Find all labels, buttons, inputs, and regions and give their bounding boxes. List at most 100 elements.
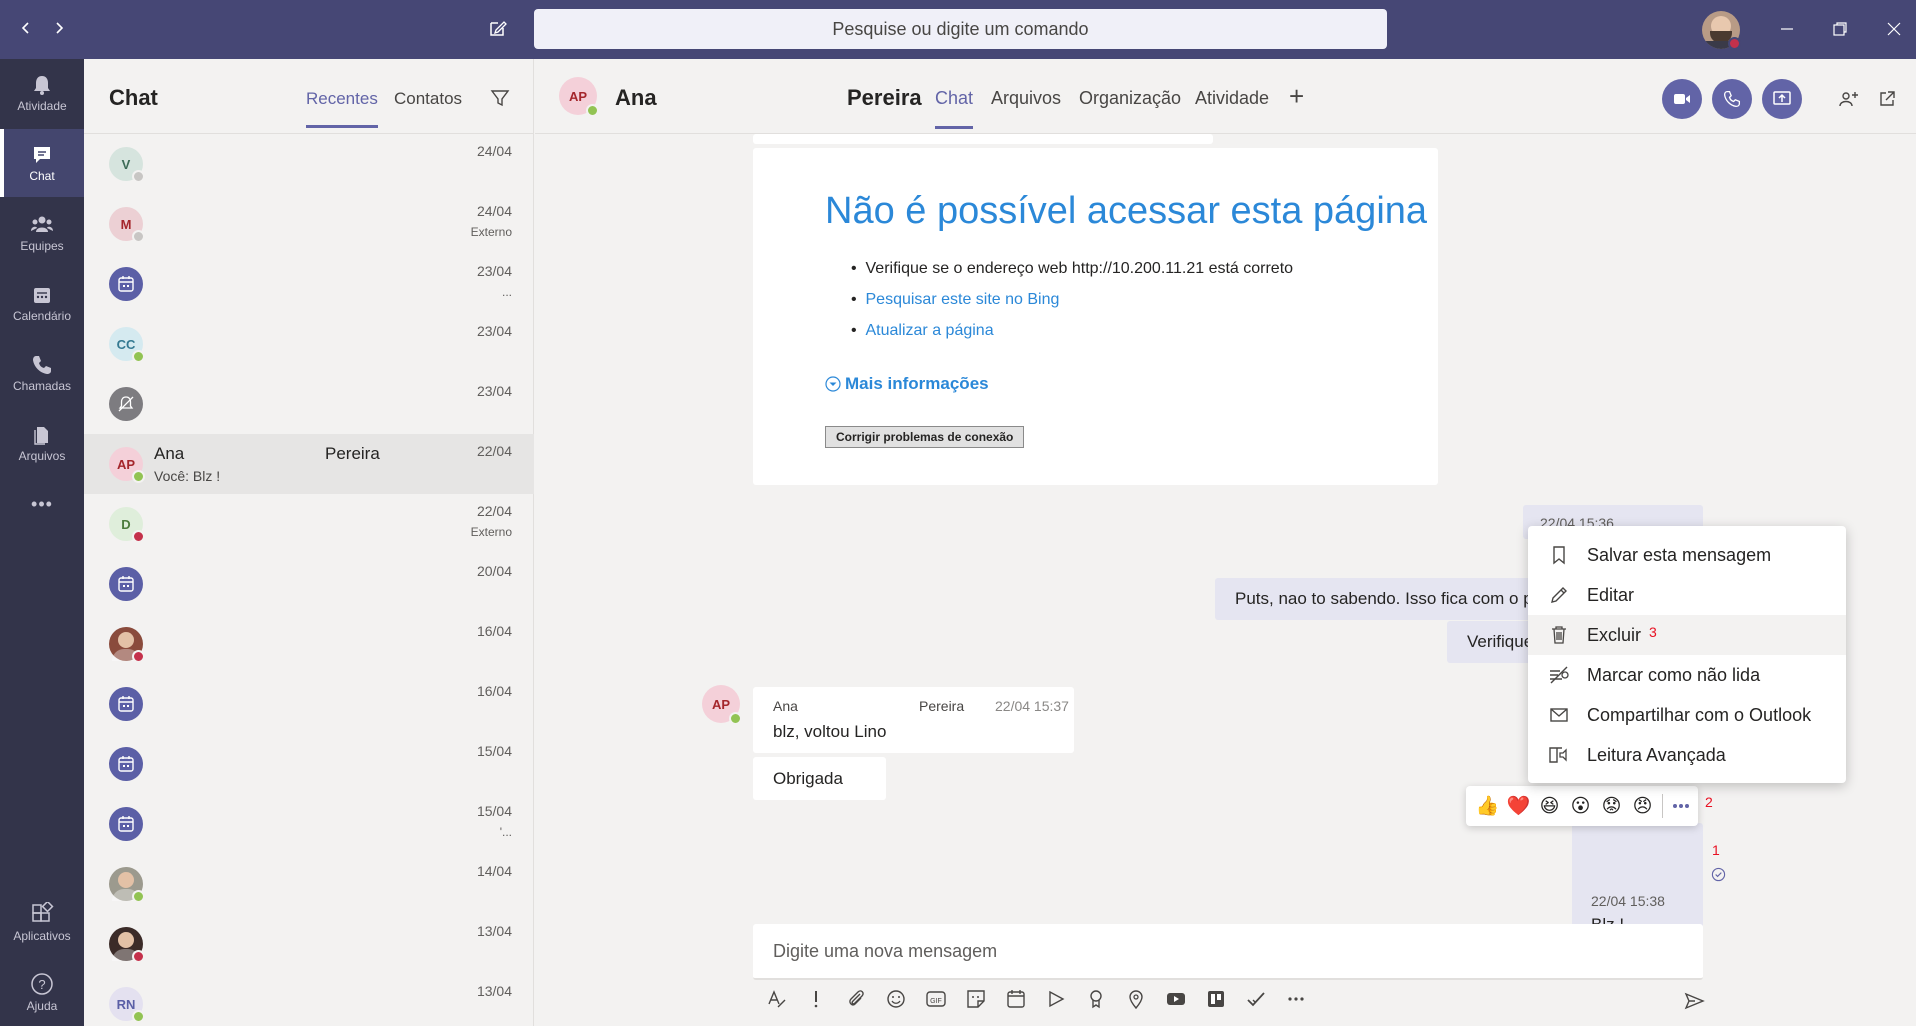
compose-input[interactable]: Digite uma nova mensagem [753,924,1703,980]
chat-list-item[interactable]: 23/04... [84,254,534,314]
add-tab-button[interactable]: + [1289,81,1304,112]
new-chat-icon[interactable] [484,14,512,42]
tab-recent[interactable]: Recentes [306,89,378,128]
restore-icon[interactable] [1828,17,1852,41]
pop-out-icon[interactable] [1875,87,1899,111]
avatar [109,747,143,781]
avatar: CC [109,327,145,363]
rail-item-teams[interactable]: Equipes [0,199,84,267]
rail-item-files[interactable]: Arquivos [0,409,84,477]
chat-list-item[interactable]: 23/04 [84,374,534,434]
reaction-sad[interactable]: 😟 [1596,795,1627,818]
menu-item-save[interactable]: Salvar esta mensagem [1528,535,1846,575]
youtube-icon[interactable] [1163,986,1189,1012]
reaction-heart[interactable]: ❤️ [1503,794,1534,818]
schedule-meeting-icon[interactable] [1003,986,1029,1012]
chat-list-item[interactable]: M 24/04 Externo [84,194,534,254]
add-people-icon[interactable] [1837,87,1861,111]
chat-date: 13/04 [476,923,512,939]
close-icon[interactable] [1882,17,1906,41]
chat-list-item[interactable]: D 22/04 Externo [84,494,534,554]
menu-item-immersive-reader[interactable]: Leitura Avançada [1528,735,1846,775]
search-input[interactable]: Pesquise ou digite um comando [534,9,1387,49]
tab-activity[interactable]: Atividade [1195,88,1269,109]
status-available-icon [132,470,145,483]
tab-files[interactable]: Arquivos [991,88,1061,109]
video-call-button[interactable] [1662,79,1702,119]
search-bing-link[interactable]: Pesquisar este site no Bing [866,291,1060,308]
chat-list-item[interactable]: 15/04 '... [84,794,534,854]
chat-list-header: Chat Recentes Contatos [84,59,533,134]
location-icon[interactable] [1123,986,1149,1012]
minimize-icon[interactable] [1775,17,1799,41]
error-bullet-text: Verifique se o endereço web http://10.20… [865,260,1294,277]
chat-header: AP Ana Pereira Chat Arquivos Organização… [535,59,1916,134]
important-icon[interactable] [803,986,829,1012]
chat-list-item[interactable]: V 24/04 [84,134,534,194]
chat-list-item[interactable]: 15/04 [84,734,534,794]
chat-list-item[interactable]: 16/04 [84,614,534,674]
rail-item-calls[interactable]: Chamadas [0,339,84,407]
rail-item-chat[interactable]: Chat [0,129,84,197]
rail-item-help[interactable]: ? Ajuda [0,958,84,1026]
received-message-bubble[interactable]: Ana Pereira 22/04 15:37 blz, voltou Lino [753,687,1074,753]
reaction-like[interactable]: 👍 [1472,794,1503,818]
stream-icon[interactable] [1043,986,1069,1012]
sticker-icon[interactable] [963,986,989,1012]
tab-chat[interactable]: Chat [935,88,974,129]
more-info-toggle[interactable]: Mais informações [825,374,989,394]
avatar [109,687,143,721]
fix-connection-button[interactable]: Corrigir problemas de conexão [825,426,1025,448]
chat-list-item[interactable]: 13/04 [84,914,534,974]
rail-item-activity[interactable]: Atividade [0,59,84,127]
refresh-page-link[interactable]: Atualizar a página [866,322,994,339]
avatar: RN [109,987,145,1023]
menu-item-label: Salvar esta mensagem [1587,544,1772,565]
praise-icon[interactable] [1083,986,1109,1012]
chat-date: 23/04 [476,383,512,399]
rail-item-calendar[interactable]: Calendário [0,269,84,337]
more-options-icon[interactable] [1283,986,1309,1012]
avatar [109,267,143,301]
tab-organization[interactable]: Organização [1079,88,1181,109]
trello-icon[interactable] [1203,986,1229,1012]
avatar [109,627,145,663]
chat-subtitle: Externo [470,225,512,239]
reaction-surprised[interactable]: 😮 [1565,795,1596,818]
received-message-bubble[interactable]: Obrigada [753,757,886,800]
gif-icon[interactable]: GIF [923,986,949,1012]
chat-list-item[interactable]: RN 13/04 [84,974,534,1026]
chat-list-item[interactable]: 14/04 [84,854,534,914]
rail-item-label: Arquivos [18,448,66,463]
avatar [109,867,145,903]
attach-icon[interactable] [843,986,869,1012]
chat-date: 13/04 [476,983,512,999]
menu-item-share-outlook[interactable]: Compartilhar com o Outlook [1528,695,1846,735]
emoji-icon[interactable] [883,986,909,1012]
audio-call-button[interactable] [1712,79,1752,119]
filter-icon[interactable] [488,86,512,110]
chat-list-item[interactable]: CC 23/04 [84,314,534,374]
format-icon[interactable] [763,986,789,1012]
chat-list-item[interactable]: 20/04 [84,554,534,614]
menu-item-mark-unread[interactable]: Marcar como não lida [1528,655,1846,695]
chat-list-item[interactable]: AP Ana Pereira Você: Blz ! 22/04 [84,434,534,494]
menu-item-delete[interactable]: Excluir 3 [1528,615,1846,655]
apps-icon [30,901,54,926]
more-info-label: Mais informações [845,374,989,393]
message-text: Puts, nao to sabendo. Isso fica com o p [1235,589,1533,608]
read-receipt-icon [1710,866,1726,882]
send-icon[interactable] [1681,988,1707,1014]
menu-item-edit[interactable]: Editar [1528,575,1846,615]
forward-arrow-icon[interactable] [45,14,73,42]
chat-list-item[interactable]: 16/04 [84,674,534,734]
share-screen-button[interactable] [1762,79,1802,119]
approvals-icon[interactable] [1243,986,1269,1012]
tab-contacts[interactable]: Contatos [394,89,462,109]
more-actions-icon[interactable] [1667,792,1695,820]
more-apps-button[interactable]: ••• [0,479,84,529]
reaction-angry[interactable]: 😠 [1627,795,1658,818]
rail-item-apps[interactable]: Aplicativos [0,888,84,956]
reaction-laugh[interactable]: 😆 [1534,795,1565,818]
back-arrow-icon[interactable] [12,14,40,42]
